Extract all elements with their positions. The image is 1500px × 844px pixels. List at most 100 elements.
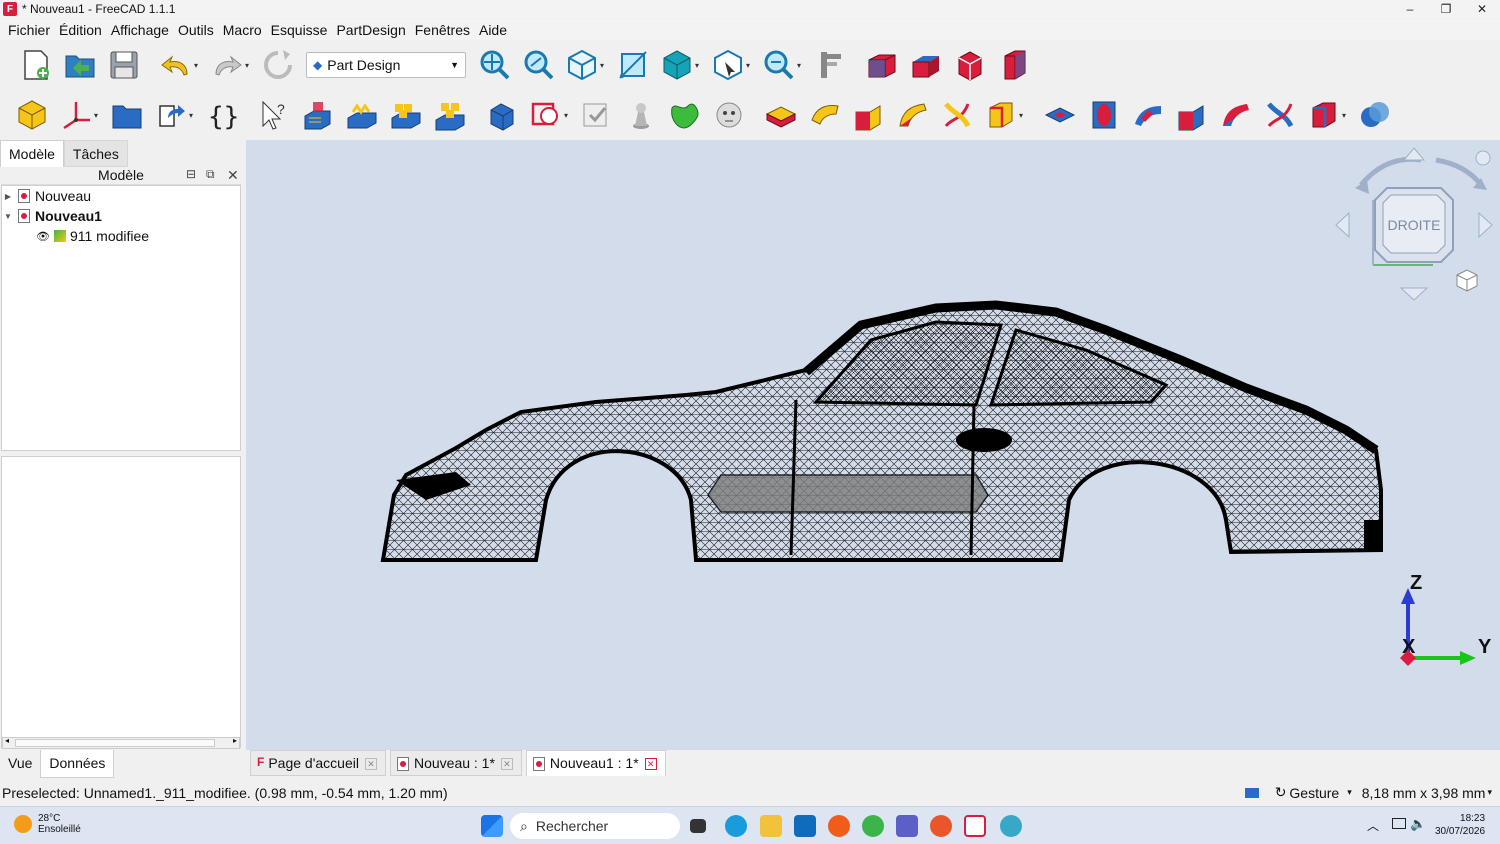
firefox-icon[interactable] [828,815,850,837]
revolution-icon[interactable] [806,96,844,134]
selection-box-icon[interactable] [709,46,747,84]
close-button[interactable]: ✕ [1464,0,1500,18]
chevron-down-icon[interactable]: ▾ [1487,787,1492,798]
chevron-down-icon[interactable]: ▼ [2,212,14,221]
link-dropdown-icon[interactable]: ▾ [189,111,197,120]
sheep-icon[interactable] [710,96,748,134]
menu-esquisse[interactable]: Esquisse [271,22,328,38]
menu-macro[interactable]: Macro [223,22,262,38]
redo-dropdown-icon[interactable]: ▾ [245,61,253,70]
menu-fenetres[interactable]: Fenêtres [415,22,470,38]
subprimitive-dropdown-icon[interactable]: ▾ [1342,111,1350,120]
chevron-down-icon[interactable]: ▾ [1347,787,1352,798]
camera-icon[interactable] [1244,787,1259,798]
refresh-icon[interactable] [259,46,297,84]
redo-icon[interactable] [208,46,246,84]
firefox-alt-icon[interactable] [930,815,952,837]
subtractive-helix-icon[interactable] [1261,96,1299,134]
shape-binder-icon[interactable] [527,96,565,134]
tree-item-nouveau1[interactable]: ▼ Nouveau1 [2,206,102,226]
pocket-icon[interactable] [1041,96,1079,134]
whats-this-icon[interactable]: ? [255,96,293,134]
view-rear-icon[interactable] [995,46,1033,84]
additive-primitive-icon[interactable] [982,96,1020,134]
tree-item-nouveau[interactable]: ▶ Nouveau [2,186,91,206]
subtractive-loft-icon[interactable] [1173,96,1211,134]
menu-partdesign[interactable]: PartDesign [336,22,405,38]
close-tab-icon[interactable]: ✕ [500,758,513,770]
volume-icon[interactable]: 🔈 [1410,816,1426,832]
tab-taches[interactable]: Tâches [63,140,128,167]
create-body-icon[interactable] [13,96,51,134]
additive-helix-icon[interactable] [938,96,976,134]
measure-icon[interactable] [614,46,652,84]
menu-edition[interactable]: Édition [59,22,102,38]
view-right-icon[interactable] [951,46,989,84]
caliper-icon[interactable] [811,46,849,84]
datum-dropdown-icon[interactable]: ▾ [94,111,102,120]
groove-icon[interactable] [1129,96,1167,134]
teams-icon[interactable] [896,815,918,837]
freecad-taskbar-icon[interactable] [964,815,986,837]
std-views-icon[interactable] [563,46,601,84]
maximize-button[interactable]: ❐ [1428,0,1464,18]
navigation-cube[interactable]: DROITE [1331,140,1500,310]
chevron-up-icon[interactable]: ︿ [1367,817,1379,834]
std-views-dropdown-icon[interactable]: ▾ [600,61,608,70]
view-front-icon[interactable] [863,46,901,84]
undo-icon[interactable] [157,46,195,84]
tab-nouveau[interactable]: Nouveau : 1* ✕ [389,750,522,776]
file-explorer-icon[interactable] [760,815,782,837]
save-document-icon[interactable] [105,46,143,84]
tab-page-accueil[interactable]: F Page d'accueil ✕ [250,750,386,776]
minimize-button[interactable]: – [1392,0,1428,18]
subtractive-sweep-icon[interactable] [1217,96,1255,134]
validate-sketch-icon[interactable] [431,96,469,134]
new-document-icon[interactable] [17,46,55,84]
network-icon[interactable] [1392,818,1406,829]
view-top-icon[interactable] [907,46,945,84]
scroll-thumb[interactable] [15,739,215,747]
additive-sweep-icon[interactable] [894,96,932,134]
boolean-icon[interactable] [1356,96,1394,134]
subtractive-primitive-icon[interactable] [1305,96,1343,134]
green-app-icon[interactable] [862,815,884,837]
menu-fichier[interactable]: Fichier [8,22,50,38]
hole-icon[interactable] [1085,96,1123,134]
zoom-icon[interactable] [760,46,798,84]
dimension-readout[interactable]: 8,18 mm x 3,98 mm [1362,785,1486,801]
create-link-icon[interactable] [152,96,190,134]
task-view-icon[interactable] [690,819,706,833]
float-panel-icon[interactable]: ⧉ [206,167,215,182]
close-tab-icon[interactable]: ✕ [644,758,657,770]
map-sketch-icon[interactable] [387,96,425,134]
primitive-dropdown-icon[interactable]: ▾ [1019,111,1027,120]
scroll-left-icon[interactable]: ◂ [5,736,9,745]
nav-style-selector[interactable]: Gesture [1289,785,1339,801]
binder-dropdown-icon[interactable]: ▾ [564,111,572,120]
car-mesh-model[interactable] [246,140,1500,750]
edge-icon[interactable] [725,815,747,837]
outlook-icon[interactable] [794,815,816,837]
clock[interactable]: 18:23 30/07/2026 [1435,812,1485,838]
tab-modele[interactable]: Modèle [0,140,64,167]
menu-outils[interactable]: Outils [178,22,214,38]
scroll-right-icon[interactable]: ▸ [233,736,237,745]
tree-item-911-modifiee[interactable]: 👁 911 modifiee [36,226,149,246]
fit-selection-icon[interactable] [519,46,557,84]
macro-brace-icon[interactable]: {} [203,96,241,134]
zoom-dropdown-icon[interactable]: ▾ [797,61,805,70]
fit-all-icon[interactable] [475,46,513,84]
clone-icon[interactable] [483,96,521,134]
close-panel-icon[interactable]: ✕ [227,167,239,184]
close-tab-icon[interactable]: ✕ [364,758,377,770]
weather-widget[interactable]: 28°C Ensoleillé [14,813,81,835]
menu-aide[interactable]: Aide [479,22,507,38]
menu-affichage[interactable]: Affichage [111,22,169,38]
draw-style-icon[interactable] [658,46,696,84]
selection-dropdown-icon[interactable]: ▾ [746,61,754,70]
blue-app-icon[interactable] [1000,815,1022,837]
pad-icon[interactable] [762,96,800,134]
horizontal-scrollbar[interactable]: ◂ ▸ [2,736,240,749]
tab-donnees[interactable]: Données [40,750,115,778]
